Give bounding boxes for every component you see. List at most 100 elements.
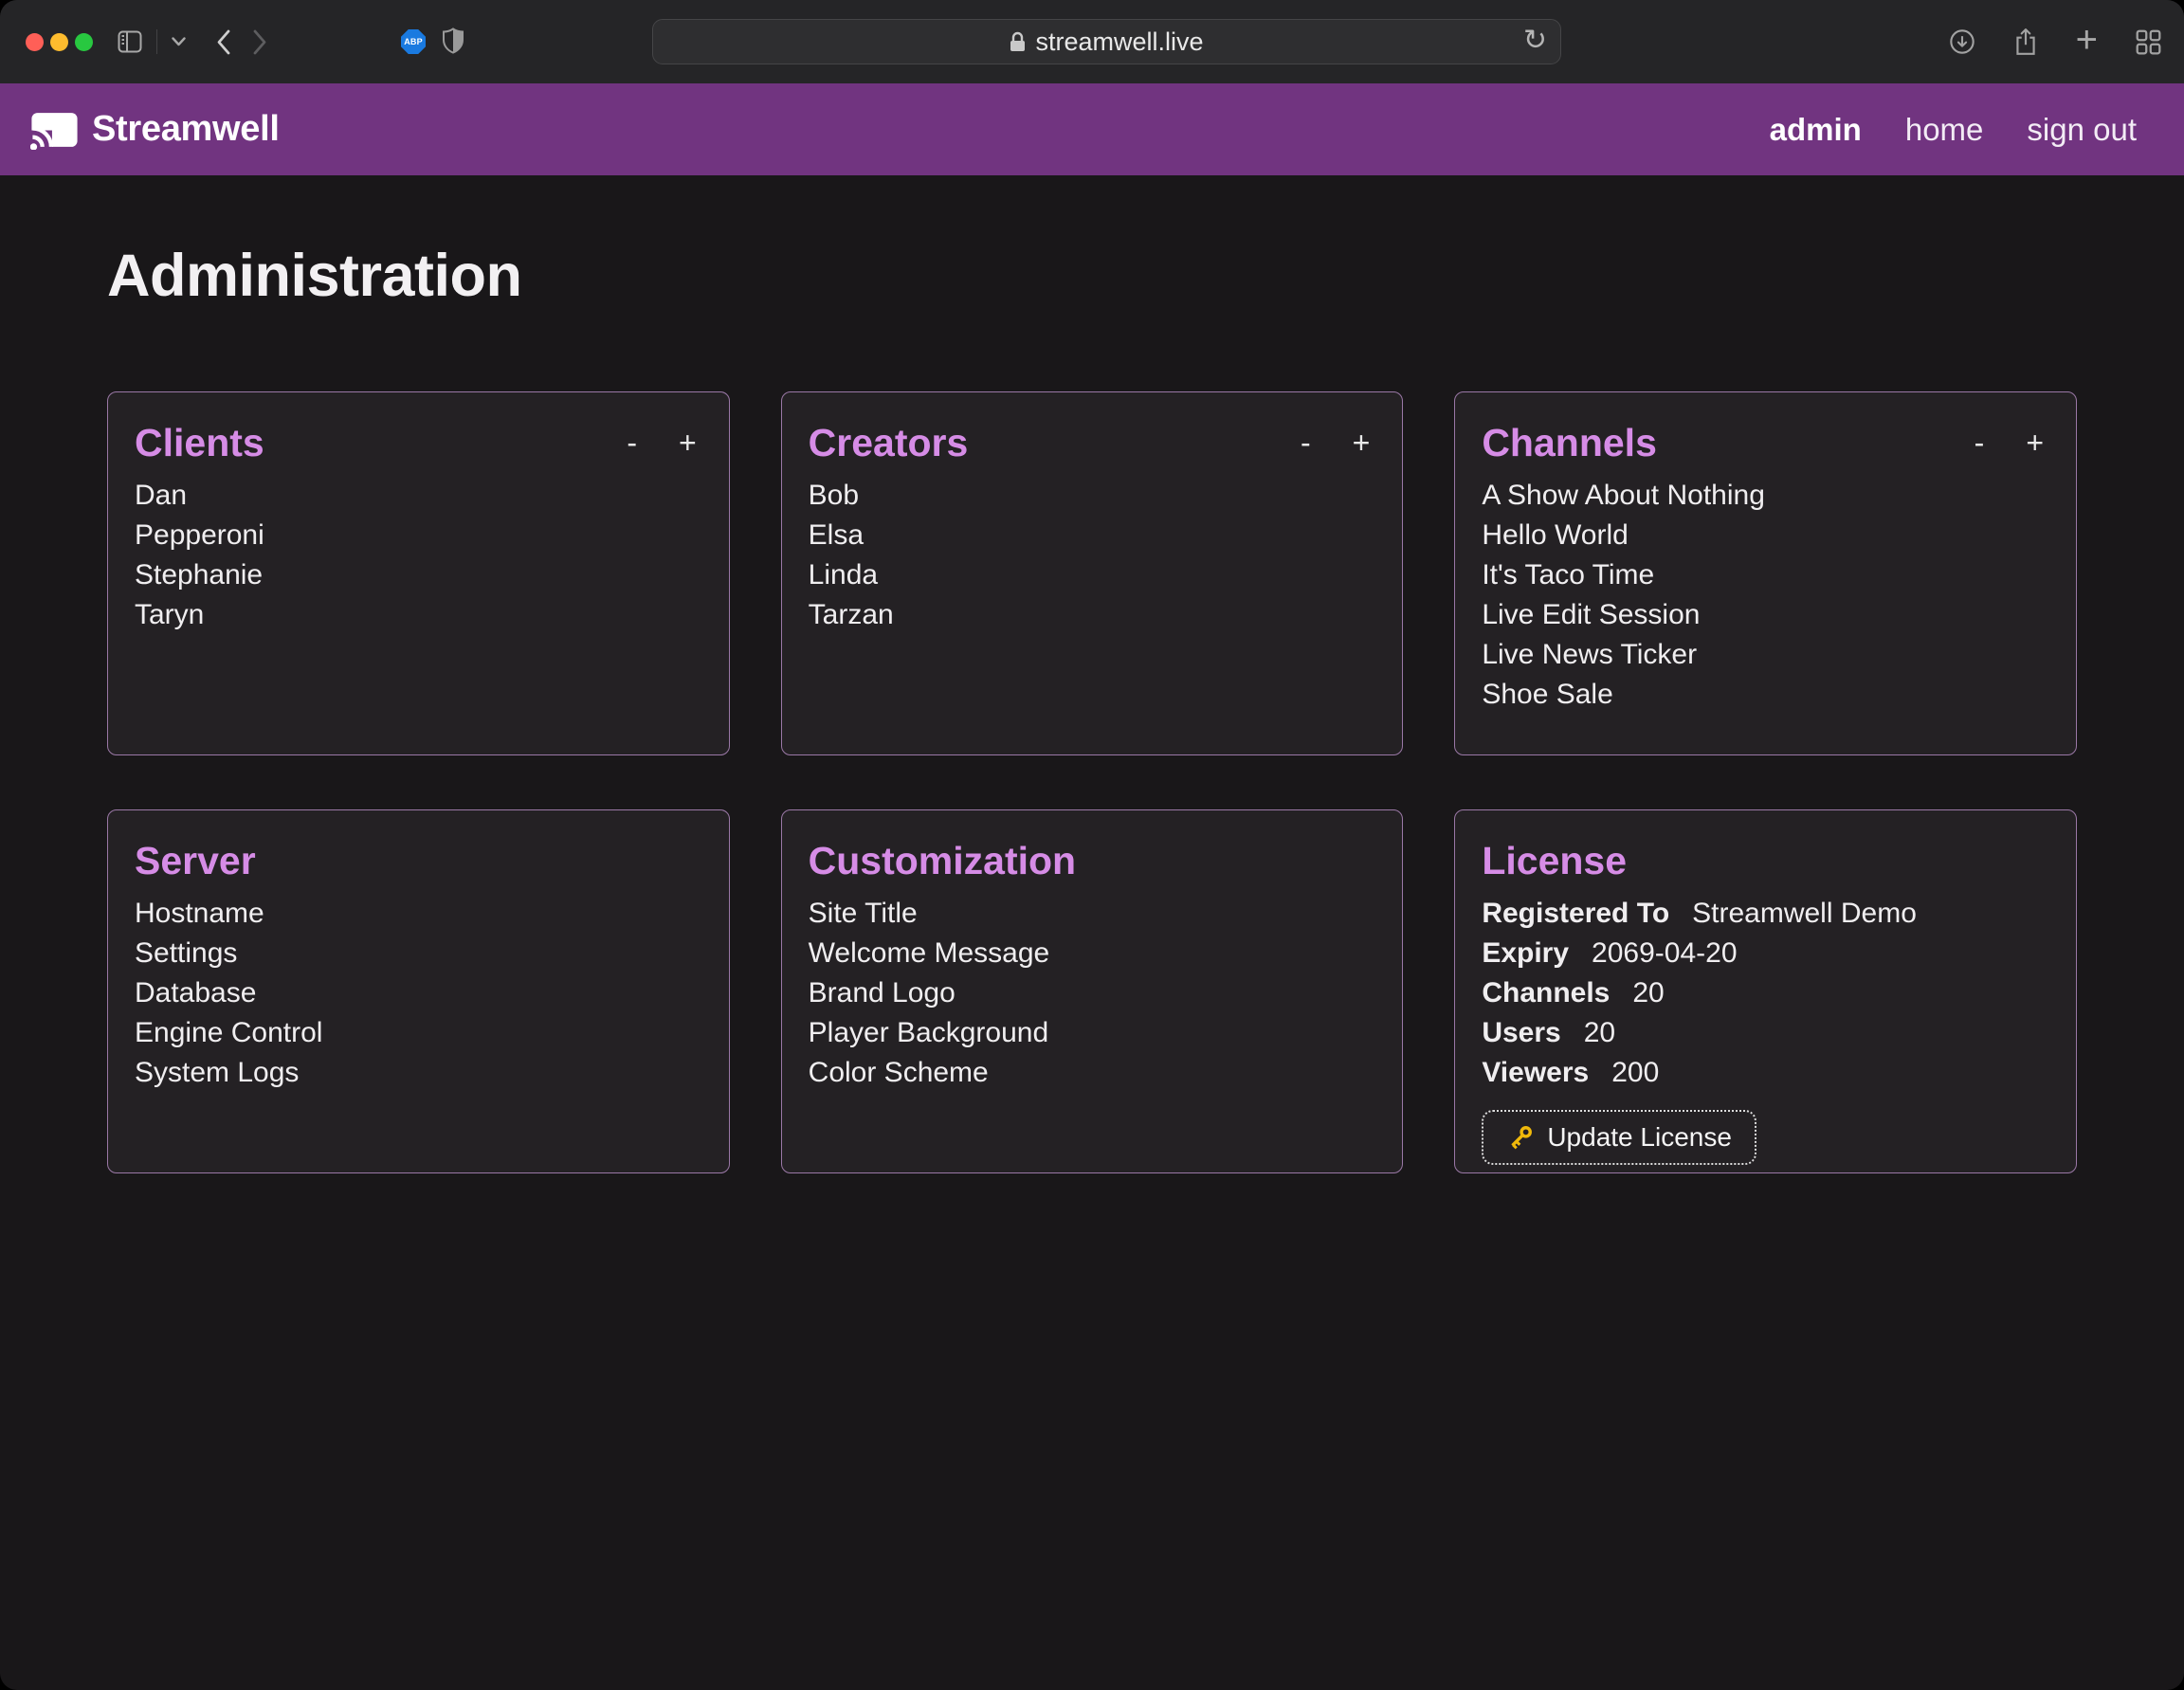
site-header: Streamwell admin home sign out [0, 83, 2184, 175]
list-item[interactable]: Pepperoni [135, 516, 702, 555]
card-title: Creators [809, 421, 969, 464]
license-field-label: Expiry [1482, 934, 1569, 973]
list-item[interactable]: Taryn [135, 595, 702, 635]
card-title: Customization [809, 839, 1076, 882]
license-field-label: Users [1482, 1013, 1560, 1053]
card-server: Server Hostname Settings Database Engine… [107, 809, 730, 1173]
browser-window: ABP streamwell.live ↻ [0, 0, 2184, 1690]
browser-toolbar: ABP streamwell.live ↻ [0, 0, 2184, 83]
license-field-label: Channels [1482, 973, 1610, 1013]
nav-link-home[interactable]: home [1905, 112, 1984, 148]
card-customization: Customization Site Title Welcome Message… [781, 809, 1404, 1173]
list-item[interactable]: Database [135, 973, 702, 1013]
license-field-label: Viewers [1482, 1053, 1589, 1093]
header-nav: admin home sign out [1770, 112, 2137, 148]
sidebar-icon [118, 30, 142, 53]
list-item[interactable]: Hello World [1482, 516, 2049, 555]
card-title: Clients [135, 421, 264, 464]
license-field: Viewers 200 [1482, 1053, 2049, 1093]
update-license-button[interactable]: Update License [1482, 1110, 1756, 1165]
zoom-window-button[interactable] [75, 33, 93, 51]
privacy-shield-extension-button[interactable] [442, 27, 464, 54]
reload-button[interactable]: ↻ [1523, 24, 1547, 57]
list-item[interactable]: It's Taco Time [1482, 555, 2049, 595]
list-item[interactable]: Hostname [135, 894, 702, 934]
license-field-value: Streamwell Demo [1692, 894, 1917, 934]
list-item[interactable]: Live News Ticker [1482, 635, 2049, 675]
clients-add-button[interactable]: + [679, 421, 697, 464]
share-icon [2013, 27, 2038, 56]
list-item[interactable]: Brand Logo [809, 973, 1376, 1013]
back-button[interactable] [216, 29, 231, 55]
adblock-extension-button[interactable]: ABP [401, 29, 426, 54]
key-icon [1506, 1123, 1535, 1152]
card-title: Server [135, 839, 256, 882]
nav-link-admin[interactable]: admin [1770, 112, 1862, 148]
list-item[interactable]: Stephanie [135, 555, 702, 595]
close-window-button[interactable] [26, 33, 44, 51]
list-item[interactable]: Bob [809, 476, 1376, 516]
brand-logo-link[interactable]: Streamwell [30, 109, 280, 150]
admin-card-grid: Clients - + Dan Pepperoni Stephanie Tary… [107, 391, 2077, 1173]
list-item[interactable]: Site Title [809, 894, 1376, 934]
channels-add-button[interactable]: + [2026, 421, 2044, 464]
license-field-value: 20 [1584, 1013, 1615, 1053]
card-license: License Registered To Streamwell Demo Ex… [1454, 809, 2077, 1173]
address-url: streamwell.live [1035, 27, 1203, 57]
card-channels: Channels - + A Show About Nothing Hello … [1454, 391, 2077, 755]
tab-overview-button[interactable] [2136, 29, 2161, 55]
downloads-button[interactable] [1949, 28, 1975, 55]
cast-icon [30, 110, 80, 150]
page-content: Administration Clients - + Dan Pepperoni… [0, 244, 2184, 1173]
card-title: Channels [1482, 421, 1657, 464]
address-bar[interactable]: streamwell.live ↻ [652, 19, 1561, 64]
license-field-value: 2069-04-20 [1592, 934, 1737, 973]
license-field: Expiry 2069-04-20 [1482, 934, 2049, 973]
list-item[interactable]: Player Background [809, 1013, 1376, 1053]
new-tab-button[interactable]: + [2076, 21, 2098, 59]
share-button[interactable] [2013, 27, 2038, 56]
list-item[interactable]: Settings [135, 934, 702, 973]
license-field-label: Registered To [1482, 894, 1669, 934]
toolbar-right-actions: + [1949, 0, 2161, 83]
toolbar-divider [156, 29, 157, 54]
card-clients: Clients - + Dan Pepperoni Stephanie Tary… [107, 391, 730, 755]
list-item[interactable]: Color Scheme [809, 1053, 1376, 1093]
list-item[interactable]: Engine Control [135, 1013, 702, 1053]
download-icon [1949, 28, 1975, 55]
chevron-right-icon [252, 29, 267, 55]
update-license-label: Update License [1547, 1122, 1732, 1153]
license-field-value: 20 [1632, 973, 1664, 1013]
clients-remove-button[interactable]: - [627, 421, 637, 464]
list-item[interactable]: Elsa [809, 516, 1376, 555]
minimize-window-button[interactable] [50, 33, 68, 51]
list-item[interactable]: System Logs [135, 1053, 702, 1093]
sidebar-menu-chevron[interactable] [172, 37, 186, 46]
sidebar-toggle-button[interactable] [118, 30, 142, 53]
chevron-left-icon [216, 29, 231, 55]
channels-remove-button[interactable]: - [1975, 421, 1985, 464]
sidebar-controls [118, 29, 186, 54]
nav-link-sign-out[interactable]: sign out [2027, 112, 2137, 148]
card-title: License [1482, 839, 1627, 882]
list-item[interactable]: A Show About Nothing [1482, 476, 2049, 516]
page-title: Administration [107, 244, 2077, 309]
creators-remove-button[interactable]: - [1301, 421, 1311, 464]
list-item[interactable]: Welcome Message [809, 934, 1376, 973]
shield-icon [442, 27, 464, 54]
list-item[interactable]: Shoe Sale [1482, 675, 2049, 715]
tab-grid-icon [2136, 29, 2161, 55]
traffic-lights [26, 33, 93, 51]
license-field: Users 20 [1482, 1013, 2049, 1053]
chevron-down-icon [172, 37, 186, 46]
list-item[interactable]: Live Edit Session [1482, 595, 2049, 635]
lock-icon [1010, 31, 1026, 52]
list-item[interactable]: Linda [809, 555, 1376, 595]
forward-button[interactable] [252, 29, 267, 55]
license-field: Channels 20 [1482, 973, 2049, 1013]
list-item[interactable]: Dan [135, 476, 702, 516]
list-item[interactable]: Tarzan [809, 595, 1376, 635]
license-field-value: 200 [1611, 1053, 1659, 1093]
card-creators: Creators - + Bob Elsa Linda Tarzan [781, 391, 1404, 755]
creators-add-button[interactable]: + [1353, 421, 1371, 464]
